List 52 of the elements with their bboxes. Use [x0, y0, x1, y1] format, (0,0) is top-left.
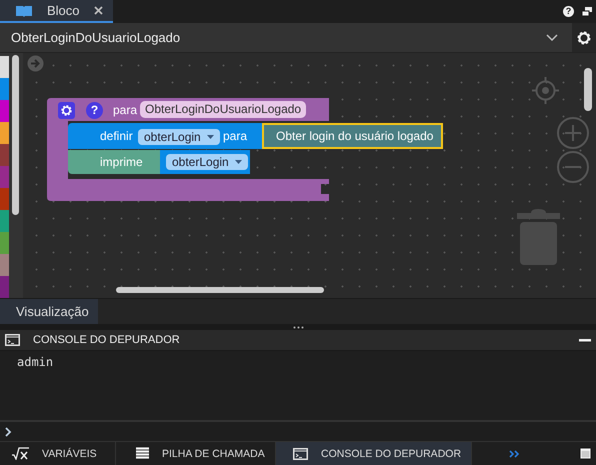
editor-tab[interactable]: Bloco: [0, 0, 113, 23]
zoom-out-icon[interactable]: [557, 151, 589, 183]
category-swatch[interactable]: [0, 276, 9, 298]
console-output: admin: [17, 354, 54, 370]
panel-tab[interactable]: CONSOLE DO DEPURADOR: [276, 442, 472, 465]
block-canvas[interactable]: ? para ObterLoginDoUsuarioLogado definir obterLogin para Obter login do usuário logado imprime obterLogin: [23, 53, 596, 298]
dropdown-arrow-icon: [234, 160, 242, 164]
category-swatch[interactable]: [0, 210, 9, 232]
maximize-icon[interactable]: [580, 448, 591, 459]
chevron-down-icon: [546, 34, 558, 41]
category-swatch[interactable]: [0, 100, 9, 122]
scrollbar-thumb[interactable]: [116, 287, 324, 293]
variable-dropdown[interactable]: obterLogin: [138, 129, 220, 145]
run-icon[interactable]: [27, 55, 44, 72]
book-icon: [15, 4, 33, 16]
category-swatch[interactable]: [0, 254, 9, 276]
category-swatch[interactable]: [0, 188, 9, 210]
block-label: para: [113, 102, 138, 118]
text-value-block[interactable]: Obter login do usuário logado: [262, 123, 444, 149]
resize-handle-icon[interactable]: [292, 326, 304, 328]
recenter-icon[interactable]: [532, 77, 559, 104]
dropdown-arrow-icon: [206, 135, 214, 139]
restore-icon[interactable]: [582, 6, 592, 16]
function-name-field[interactable]: ObterLoginDoUsuarioLogado: [140, 101, 306, 118]
category-swatch[interactable]: [0, 144, 9, 166]
preview-tab[interactable]: Visualização: [0, 299, 98, 324]
close-icon[interactable]: [94, 6, 103, 15]
chevron-right-icon[interactable]: [5, 426, 12, 436]
double-chevron-icon[interactable]: [509, 450, 520, 458]
help-button[interactable]: ?: [563, 6, 574, 17]
zoom-in-icon[interactable]: [557, 117, 589, 149]
square-root-icon: [12, 447, 29, 460]
minimize-icon[interactable]: [579, 338, 591, 342]
scrollbar-thumb[interactable]: [12, 55, 19, 215]
category-swatch[interactable]: [0, 56, 9, 78]
terminal-icon: [5, 334, 20, 346]
settings-icon[interactable]: [58, 102, 75, 119]
category-swatch[interactable]: [0, 232, 9, 254]
block-label: para: [223, 128, 248, 144]
block-label: imprime: [100, 154, 143, 170]
variable-dropdown[interactable]: obterLogin: [166, 154, 248, 170]
category-swatch[interactable]: [0, 122, 9, 144]
terminal-icon: [293, 448, 308, 460]
category-swatch[interactable]: [0, 166, 9, 188]
trash-icon[interactable]: [517, 209, 560, 265]
stack-icon: [136, 447, 149, 460]
panel-tab[interactable]: VARIÁVEIS: [0, 442, 116, 465]
scrollbar-thumb[interactable]: [584, 68, 592, 111]
block-label: definir: [100, 128, 133, 144]
category-swatch[interactable]: [0, 78, 9, 100]
settings-icon[interactable]: [576, 30, 592, 46]
panel-title: CONSOLE DO DEPURADOR: [33, 334, 180, 346]
